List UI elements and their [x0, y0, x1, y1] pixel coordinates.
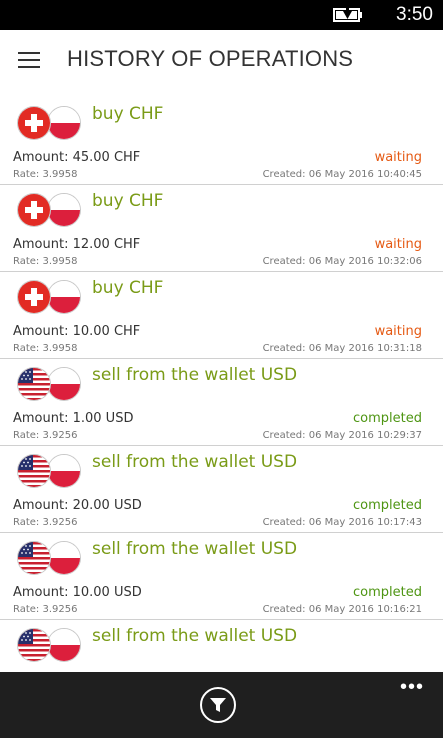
poland-flag-icon — [47, 106, 81, 140]
poland-flag-icon — [47, 454, 81, 488]
switzerland-flag-icon — [17, 280, 51, 314]
currency-flags — [17, 280, 83, 314]
hamburger-icon — [18, 52, 40, 54]
operation-created: Created: 06 May 2016 10:16:21 — [262, 604, 422, 615]
status-badge: waiting — [374, 324, 422, 339]
switzerland-flag-icon — [17, 193, 51, 227]
operation-row[interactable]: sell from the wallet USD Amount: 20.00 U… — [0, 445, 443, 533]
currency-flags — [17, 628, 83, 662]
operation-title: sell from the wallet USD — [92, 539, 298, 559]
operation-created: Created: 06 May 2016 10:29:37 — [262, 430, 422, 441]
operation-rate: Rate: 3.9958 — [13, 256, 78, 267]
operation-created: Created: 06 May 2016 10:40:45 — [262, 169, 422, 180]
operation-created: Created: 06 May 2016 10:32:06 — [262, 256, 422, 267]
operation-amount: Amount: 20.00 USD — [13, 498, 142, 513]
page-title: HISTORY OF OPERATIONS — [67, 46, 354, 71]
operation-amount: Amount: 10.00 USD — [13, 585, 142, 600]
filter-icon — [210, 698, 226, 712]
header: HISTORY OF OPERATIONS — [0, 30, 443, 92]
currency-flags — [17, 193, 83, 227]
hamburger-icon-line — [18, 59, 40, 61]
operation-title: sell from the wallet USD — [92, 365, 298, 385]
operation-title: buy CHF — [92, 104, 164, 124]
poland-flag-icon — [47, 193, 81, 227]
currency-flags — [17, 106, 83, 140]
operation-row[interactable]: buy CHF Amount: 12.00 CHF waiting Rate: … — [0, 184, 443, 272]
filter-button[interactable] — [200, 687, 236, 723]
operation-row[interactable]: buy CHF Amount: 10.00 CHF waiting Rate: … — [0, 271, 443, 359]
switzerland-flag-icon — [17, 106, 51, 140]
operation-created: Created: 06 May 2016 10:31:18 — [262, 343, 422, 354]
hamburger-menu-button[interactable] — [18, 52, 40, 69]
more-options-button[interactable]: ••• — [400, 676, 424, 699]
usa-flag-icon — [17, 454, 51, 488]
poland-flag-icon — [47, 628, 81, 662]
usa-flag-icon — [17, 541, 51, 575]
operation-rate: Rate: 3.9256 — [13, 517, 78, 528]
operation-title: buy CHF — [92, 191, 164, 211]
status-badge: waiting — [374, 237, 422, 252]
operation-amount: Amount: 10.00 CHF — [13, 324, 141, 339]
operation-title: buy CHF — [92, 278, 164, 298]
status-badge: completed — [353, 585, 422, 600]
operation-amount: Amount: 1.00 USD — [13, 411, 134, 426]
usa-flag-icon — [17, 367, 51, 401]
hamburger-icon-line — [18, 66, 40, 68]
poland-flag-icon — [47, 280, 81, 314]
operation-amount: Amount: 12.00 CHF — [13, 237, 141, 252]
operation-row[interactable]: buy CHF Amount: 45.00 CHF waiting Rate: … — [0, 97, 443, 185]
operation-row[interactable]: sell from the wallet USD — [0, 619, 443, 672]
operation-rate: Rate: 3.9958 — [13, 169, 78, 180]
usa-flag-icon — [17, 628, 51, 662]
operation-rate: Rate: 3.9256 — [13, 604, 78, 615]
operation-amount: Amount: 45.00 CHF — [13, 150, 141, 165]
operation-rate: Rate: 3.9256 — [13, 430, 78, 441]
poland-flag-icon — [47, 367, 81, 401]
status-badge: completed — [353, 498, 422, 513]
operation-created: Created: 06 May 2016 10:17:43 — [262, 517, 422, 528]
clock: 3:50 — [396, 4, 433, 25]
operation-title: sell from the wallet USD — [92, 626, 298, 646]
currency-flags — [17, 454, 83, 488]
battery-charging-icon — [333, 8, 362, 22]
operation-title: sell from the wallet USD — [92, 452, 298, 472]
status-badge: completed — [353, 411, 422, 426]
operations-list[interactable]: buy CHF Amount: 45.00 CHF waiting Rate: … — [0, 97, 443, 672]
currency-flags — [17, 367, 83, 401]
operation-rate: Rate: 3.9958 — [13, 343, 78, 354]
app-bar: ••• — [0, 672, 443, 738]
status-bar: 3:50 — [0, 0, 443, 30]
status-badge: waiting — [374, 150, 422, 165]
currency-flags — [17, 541, 83, 575]
operation-row[interactable]: sell from the wallet USD Amount: 10.00 U… — [0, 532, 443, 620]
poland-flag-icon — [47, 541, 81, 575]
operation-row[interactable]: sell from the wallet USD Amount: 1.00 US… — [0, 358, 443, 446]
